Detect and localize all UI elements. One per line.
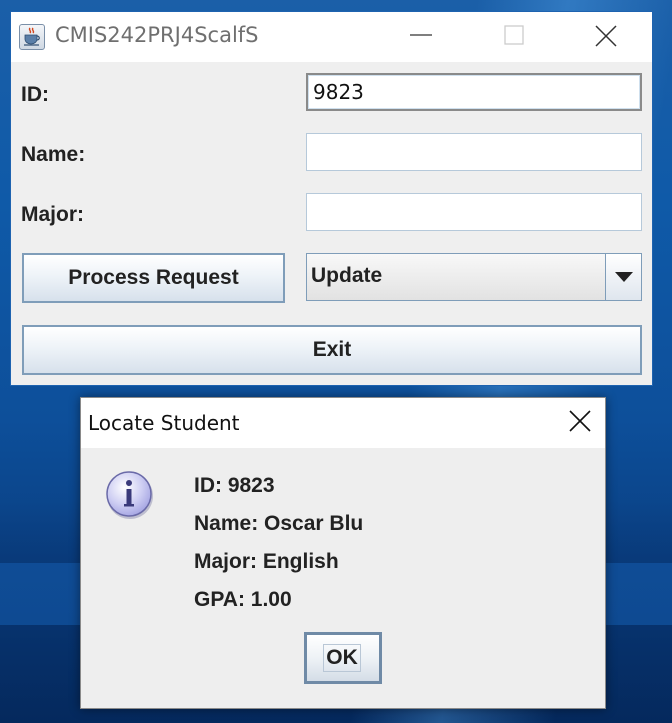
close-icon: [569, 410, 591, 432]
student-id-text: ID: 9823: [194, 474, 275, 497]
information-icon: [106, 471, 153, 519]
ok-button-label: OK: [323, 644, 361, 672]
dropdown-arrow-button[interactable]: [605, 254, 641, 300]
close-icon: [595, 25, 617, 47]
minimize-icon: [410, 34, 432, 36]
maximize-button[interactable]: [491, 12, 537, 58]
exit-button[interactable]: Exit: [22, 325, 642, 375]
major-field[interactable]: [306, 193, 642, 231]
name-field[interactable]: [306, 133, 642, 171]
student-major-text: Major: English: [194, 550, 339, 573]
request-type-dropdown[interactable]: Update: [306, 253, 642, 301]
major-label: Major:: [21, 203, 84, 226]
main-window: CMIS242PRJ4ScalfS ID: Name: Major: Proce…: [10, 11, 653, 386]
request-type-selected: Update: [311, 264, 383, 287]
window-title: CMIS242PRJ4ScalfS: [55, 23, 259, 47]
name-label: Name:: [21, 143, 86, 166]
student-name-text: Name: Oscar Blu: [194, 512, 364, 535]
dialog-title-bar[interactable]: Locate Student: [81, 398, 605, 448]
id-field[interactable]: [306, 73, 642, 111]
triangle-down-icon: [615, 272, 633, 282]
java-cup-icon: [19, 24, 45, 50]
minimize-button[interactable]: [398, 12, 444, 58]
ok-button[interactable]: OK: [304, 632, 382, 684]
dialog-close-button[interactable]: [555, 398, 605, 446]
dialog-title: Locate Student: [88, 411, 240, 435]
close-button[interactable]: [582, 12, 628, 58]
locate-student-dialog: Locate Student ID: 9823 Name: Oscar Blu …: [80, 397, 606, 709]
process-request-button[interactable]: Process Request: [22, 253, 285, 303]
id-label: ID:: [21, 83, 49, 106]
title-bar[interactable]: CMIS242PRJ4ScalfS: [11, 12, 652, 62]
maximize-icon: [504, 25, 524, 45]
student-gpa-text: GPA: 1.00: [194, 588, 292, 611]
